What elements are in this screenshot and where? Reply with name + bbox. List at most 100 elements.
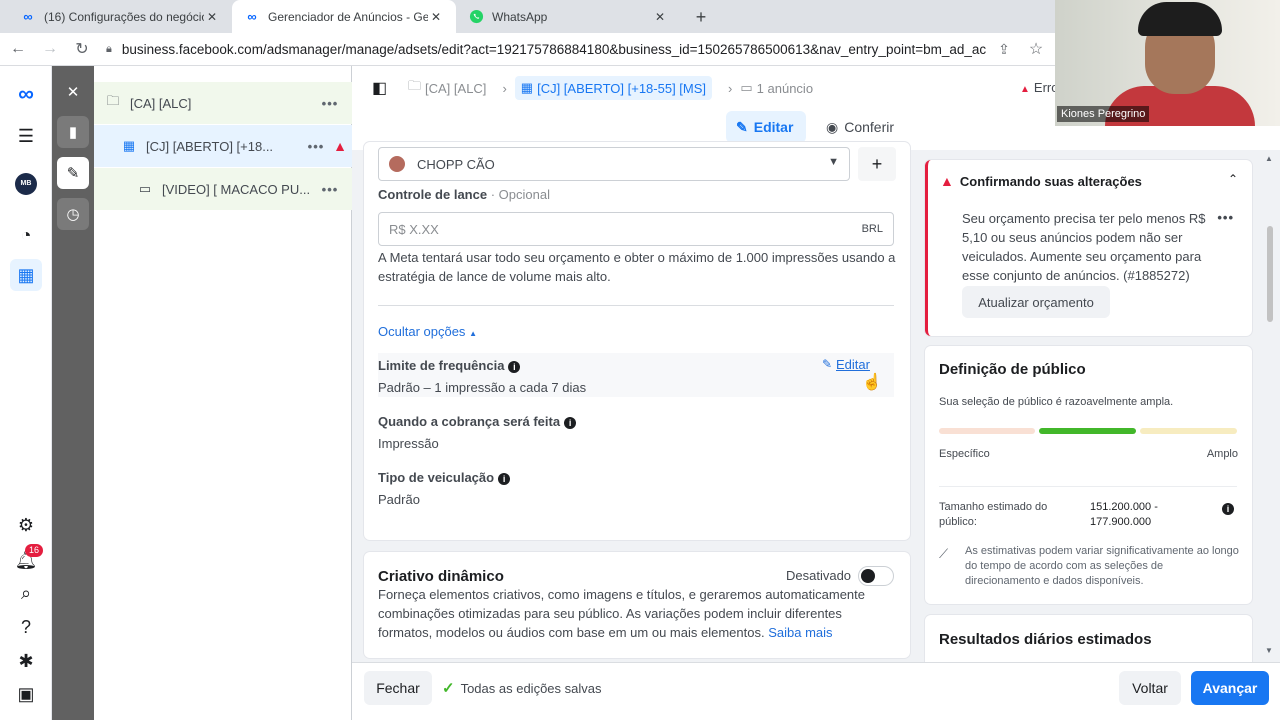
editor-tool-bar: ✕ ▮ ✎ ◷ (52, 66, 94, 720)
update-budget-button[interactable]: Atualizar orçamento (962, 286, 1110, 318)
account-avatar[interactable]: MB (10, 168, 42, 200)
gauge-label-specific: Específico (939, 448, 990, 460)
edit-pencil-icon[interactable]: ✎ (57, 157, 89, 189)
error-warning-icon: ▲ (333, 138, 347, 154)
gauge-segment-selected (1039, 428, 1136, 434)
bid-strategy-description: A Meta tentará usar todo seu orçamento e… (378, 250, 896, 284)
reload-icon[interactable]: ↻ (68, 35, 96, 63)
edit-frequency-link[interactable]: Editar (836, 357, 870, 372)
ads-manager-table-icon[interactable]: ▦ (10, 259, 42, 291)
breadcrumb-adset[interactable]: ▦ [CJ] [ABERTO] [+18-55] [MS] (514, 76, 713, 100)
ad-card-icon: ▭ (138, 181, 152, 196)
delivery-type-label: Tipo de veiculação i (378, 470, 511, 485)
dynamic-creative-description: Forneça elementos criativos, como imagen… (378, 585, 898, 642)
tab-label: Gerenciador de Anúncios - Gerenc (268, 9, 428, 24)
info-icon[interactable]: i (564, 416, 577, 429)
lock-icon: 🔒︎ (106, 42, 112, 55)
forward-arrow-icon[interactable]: → (36, 35, 64, 63)
tab-whatsapp[interactable]: WhatsApp ✕ (456, 0, 680, 33)
warning-title: Confirmando suas alterações (959, 173, 1142, 189)
page-avatar (389, 156, 405, 172)
pencil-icon: ✎ (822, 357, 833, 371)
more-options-icon[interactable]: ••• (1217, 210, 1234, 225)
warning-header[interactable]: ▲ Confirmando suas alterações (940, 173, 1142, 189)
frequency-cap-label: Limite de frequência i (378, 358, 521, 373)
close-tab-icon[interactable]: ✕ (204, 10, 220, 24)
error-indicator[interactable]: ▲ Erro (1020, 80, 1058, 95)
bid-control-field[interactable]: BRL (378, 212, 894, 246)
facebook-page-select[interactable]: CHOPP CÃO ▼ (378, 147, 850, 181)
dynamic-creative-title: Criativo dinâmico (378, 568, 504, 585)
back-arrow-icon[interactable]: ← (4, 35, 32, 63)
bid-control-input[interactable] (389, 221, 862, 237)
breadcrumb-ad[interactable]: ▭ 1 anúncio (740, 80, 813, 96)
scroll-down-icon[interactable]: ▼ (1265, 646, 1273, 655)
sidebar-toggle-icon[interactable]: ◧ (372, 78, 394, 98)
hide-options-link[interactable]: Ocultar opções ▲ (378, 324, 477, 339)
bookmark-star-icon[interactable]: ☆ (1022, 35, 1050, 63)
help-icon[interactable]: ? (10, 611, 42, 643)
scroll-up-icon[interactable]: ▲ (1265, 154, 1273, 163)
breadcrumb-campaign-label: [CA] [ALC] (425, 80, 487, 96)
estimated-results-title: Resultados diários estimados (939, 631, 1152, 648)
info-icon[interactable]: i (1222, 503, 1234, 515)
audience-breadth-gauge (939, 428, 1237, 434)
address-bar[interactable]: 🔒︎ business.facebook.com/adsmanager/mana… (106, 42, 986, 57)
breadcrumb-campaign[interactable]: 🗀 [CA] [ALC] (408, 77, 486, 99)
close-tab-icon[interactable]: ✕ (652, 10, 668, 24)
dashboard-gauge-icon[interactable]: ◔ (10, 219, 42, 251)
dynamic-creative-toggle[interactable] (858, 566, 894, 586)
close-button[interactable]: Fechar (364, 671, 432, 705)
edit-mode-button[interactable]: ✎ Editar (726, 111, 806, 143)
close-tab-icon[interactable]: ✕ (428, 10, 444, 24)
save-status-text: Todas as edições salvas (460, 680, 602, 696)
info-icon[interactable]: i (508, 360, 521, 373)
optional-text: · Opcional (490, 187, 550, 202)
search-icon[interactable]: ⌕ (10, 577, 42, 609)
dynamic-creative-status: Desativado (786, 568, 852, 583)
more-options-icon[interactable]: ••• (318, 96, 342, 111)
scrollbar-thumb[interactable] (1267, 226, 1273, 322)
audience-size-value: 151.200.000 - 177.900.000 (1090, 501, 1158, 528)
audience-subtitle: Sua seleção de público é razoavelmente a… (939, 396, 1174, 408)
tab-business-settings[interactable]: ∞ (16) Configurações do negócio ✕ (8, 0, 232, 33)
close-editor-icon[interactable]: ✕ (57, 76, 89, 108)
tree-item-ad[interactable]: ▭ [VIDEO] [ MACACO PU... ••• (94, 168, 352, 210)
info-icon[interactable]: i (498, 472, 511, 485)
frequency-cap-value: Padrão – 1 impressão a cada 7 dias (378, 380, 587, 395)
breadcrumb-adset-label: [CJ] [ABERTO] [+18-55] [MS] (537, 80, 707, 96)
menu-icon[interactable]: ☰ (10, 120, 42, 152)
history-clock-icon[interactable]: ◷ (57, 198, 89, 230)
review-mode-button[interactable]: ◉ Conferir (816, 111, 904, 143)
audience-definition-card: Definição de público Sua seleção de públ… (925, 346, 1252, 604)
share-icon[interactable]: ⇪ (990, 35, 1018, 63)
chart-icon[interactable]: ▮ (57, 116, 89, 148)
bug-report-icon[interactable]: ✱ (10, 645, 42, 677)
toggle-knob (861, 569, 875, 583)
meta-logo-icon[interactable]: ∞ (10, 78, 42, 110)
more-options-icon[interactable]: ••• (304, 139, 328, 154)
back-button[interactable]: Voltar (1119, 671, 1181, 705)
chevron-up-icon[interactable]: ⌃ (1228, 172, 1238, 186)
edit-mode-label: Editar (753, 119, 794, 135)
tree-item-campaign[interactable]: 🗀 [CA] [ALC] ••• (94, 82, 352, 124)
pencil-icon: ✎ (736, 118, 748, 135)
right-scrollbar[interactable]: ▲ ▼ (1265, 154, 1275, 655)
folder-icon: 🗀 (106, 93, 120, 108)
learn-more-link[interactable]: Saiba mais (768, 625, 832, 640)
tab-label: WhatsApp (492, 9, 548, 24)
more-options-icon[interactable]: ••• (318, 182, 342, 197)
left-navigation-rail: ∞ ☰ MB ◔ ▦ ⚙ 🔔︎ 16 ⌕ ? ✱ ▣ (0, 66, 52, 720)
audience-size-label: Tamanho estimado do público: (939, 501, 1048, 528)
new-tab-icon[interactable]: + (690, 6, 712, 28)
panel-toggle-icon[interactable]: ▣ (10, 678, 42, 710)
next-button[interactable]: Avançar (1191, 671, 1269, 705)
tree-item-label: [CA] [ALC] (130, 95, 192, 111)
notification-count-badge: 16 (25, 544, 44, 557)
add-page-button[interactable]: + (858, 147, 896, 181)
tab-ads-manager[interactable]: ∞ Gerenciador de Anúncios - Gerenc ✕ (232, 0, 456, 33)
tree-item-adset[interactable]: ▦ [CJ] [ABERTO] [+18... ••• ▲ (94, 125, 352, 167)
meta-icon: ∞ (23, 9, 33, 24)
folder-icon: 🗀 (408, 78, 422, 93)
settings-gear-icon[interactable]: ⚙ (10, 509, 42, 541)
